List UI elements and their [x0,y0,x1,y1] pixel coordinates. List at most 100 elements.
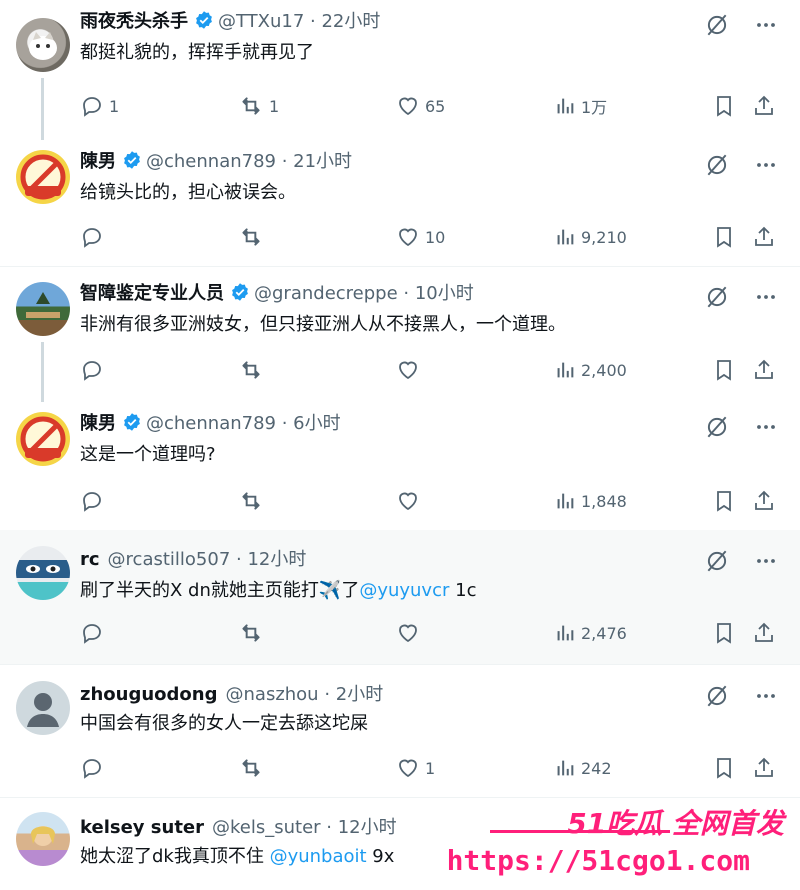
avatar[interactable] [16,812,70,866]
avatar[interactable] [16,282,70,336]
handle-time[interactable]: @rcastillo507 · 12小时 [108,549,307,570]
tweet-text: 这是一个道理吗? [80,444,216,465]
views-icon [554,757,576,779]
grok-icon[interactable] [704,414,730,440]
reply-count: 1 [109,96,120,116]
handle-time[interactable]: @chennan789 · 21小时 [146,151,352,172]
views-count: 2,476 [581,623,627,643]
watermark-url: https://51cgo1.com [446,844,750,877]
views-count: 242 [581,758,612,778]
mention-link[interactable]: @yunbaoit [270,846,367,867]
views-count: 9,210 [581,227,627,247]
person-avatar-image [31,826,55,846]
verified-badge-icon [122,412,142,432]
handle-time[interactable]: @TTXu17 · 22小时 [218,11,380,32]
display-name[interactable]: 陳男 [80,413,116,434]
more-icon[interactable] [754,13,778,37]
bookmark-icon [712,94,736,118]
grok-icon[interactable] [704,152,730,178]
tweet[interactable]: 陳男 @chennan789 · 6小时 这是一个道理吗? 1,848 [0,402,800,528]
reply-button[interactable] [80,486,104,516]
views-count: 1万 [581,98,608,117]
display-name[interactable]: kelsey suter [80,817,204,838]
handle-time[interactable]: @kels_suter · 12小时 [212,817,397,838]
like-count: 10 [425,227,446,247]
handle-time[interactable]: @naszhou · 2小时 [226,684,384,705]
bookmark-button[interactable] [712,753,736,783]
avatar[interactable] [16,18,70,72]
more-icon[interactable] [754,153,778,177]
tweet[interactable]: zhouguodong @naszhou · 2小时 中国会有很多的女人一定去舔这… [0,665,800,797]
retweet-button[interactable] [238,355,264,385]
avatar[interactable] [16,546,70,600]
views-button[interactable]: 242 [554,753,612,783]
share-button[interactable] [752,618,776,648]
avatar[interactable] [16,681,70,735]
tweet[interactable]: rc @rcastillo507 · 12小时 刷了半天的X dn就她主页能打✈️… [0,530,800,664]
like-button[interactable] [396,618,420,648]
views-icon [554,622,576,644]
bookmark-button[interactable] [712,618,736,648]
grok-icon[interactable] [704,284,730,310]
reply-icon [80,621,104,645]
display-name[interactable]: 陳男 [80,151,116,172]
display-name[interactable]: 智障鉴定专业人员 [80,283,224,304]
display-name[interactable]: 雨夜秃头杀手 [80,11,188,32]
avatar[interactable] [16,412,70,466]
grok-icon[interactable] [704,548,730,574]
share-button[interactable] [752,222,776,252]
tweet[interactable]: 智障鉴定专业人员 @grandecreppe · 10小时 非洲有很多亚洲妓女，但… [0,272,800,402]
more-icon[interactable] [754,415,778,439]
more-icon[interactable] [754,684,778,708]
reply-button[interactable] [80,222,104,252]
share-button[interactable] [752,486,776,516]
retweet-count: 1 [269,96,280,116]
share-button[interactable] [752,91,776,121]
bookmark-button[interactable] [712,91,736,121]
reply-button[interactable]: 1 [80,91,119,121]
like-button[interactable] [396,486,420,516]
tweet-header: 智障鉴定专业人员 @grandecreppe · 10小时 [80,282,474,306]
handle-time[interactable]: @chennan789 · 6小时 [146,413,341,434]
like-icon [396,94,420,118]
like-button[interactable]: 65 [396,91,445,121]
more-icon[interactable] [754,549,778,573]
like-button[interactable] [396,355,420,385]
more-icon[interactable] [754,285,778,309]
retweet-button[interactable] [238,753,264,783]
reply-button[interactable] [80,618,104,648]
retweet-button[interactable] [238,618,264,648]
like-icon [396,756,420,780]
avatar[interactable] [16,150,70,204]
reply-button[interactable] [80,753,104,783]
tweet[interactable]: 雨夜秃头杀手 @TTXu17 · 22小时 都挺礼貌的，挥挥手就再见了 1 1 6… [0,0,800,140]
views-button[interactable]: 2,400 [554,355,627,385]
mention-link[interactable]: @yuyuvcr [359,580,449,601]
bookmark-button[interactable] [712,486,736,516]
grok-icon[interactable] [704,12,730,38]
retweet-button[interactable] [238,486,264,516]
grok-icon[interactable] [704,683,730,709]
retweet-button[interactable] [238,222,264,252]
like-button[interactable]: 1 [396,753,435,783]
share-button[interactable] [752,355,776,385]
display-name[interactable]: rc [80,549,100,570]
share-button[interactable] [752,753,776,783]
views-button[interactable]: 1万 [554,91,607,121]
verified-badge-icon [194,10,214,30]
bookmark-button[interactable] [712,222,736,252]
bookmark-button[interactable] [712,355,736,385]
reply-button[interactable] [80,355,104,385]
bookmark-icon [712,756,736,780]
share-icon [752,621,776,645]
tweet-text: 中国会有很多的女人一定去舔这坨屎 [80,713,368,734]
views-button[interactable]: 1,848 [554,486,627,516]
tweet-header: rc @rcastillo507 · 12小时 [80,548,306,572]
like-button[interactable]: 10 [396,222,445,252]
display-name[interactable]: zhouguodong [80,684,218,705]
views-button[interactable]: 2,476 [554,618,627,648]
retweet-button[interactable]: 1 [238,91,279,121]
tweet[interactable]: 陳男 @chennan789 · 21小时 给镜头比的，担心被误会。 10 9,2… [0,140,800,266]
handle-time[interactable]: @grandecreppe · 10小时 [254,283,474,304]
views-button[interactable]: 9,210 [554,222,627,252]
